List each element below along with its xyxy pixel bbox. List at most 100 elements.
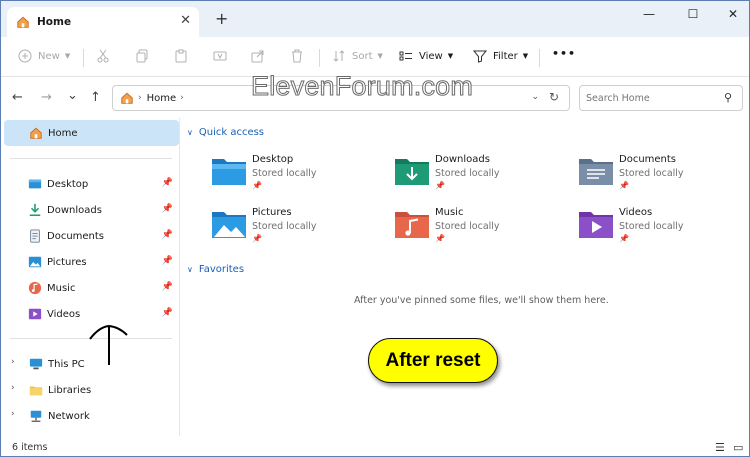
view-button[interactable]: View ▼: [399, 49, 453, 63]
sidebar-item-network[interactable]: › Network: [4, 403, 179, 429]
new-label: New: [38, 50, 60, 62]
videos-folder-icon: [579, 212, 613, 238]
minimize-button[interactable]: —: [639, 7, 659, 21]
libraries-icon: [29, 386, 43, 396]
new-button[interactable]: New ▼: [18, 49, 70, 63]
cut-icon[interactable]: [96, 49, 110, 63]
address-dropdown-icon[interactable]: ⌄: [531, 92, 539, 102]
up-button[interactable]: ↑: [90, 90, 101, 105]
navigation-pane: Home Desktop 📌 Downloads 📌 Documents 📌 P…: [1, 118, 180, 436]
tile-name: Videos: [619, 207, 653, 218]
filter-button[interactable]: Filter ▼: [473, 49, 528, 63]
address-bar[interactable]: › Home › ⌄ ↻: [112, 85, 570, 111]
pin-icon: 📌: [619, 234, 629, 243]
sidebar-item-libraries[interactable]: › Libraries: [4, 377, 179, 403]
tiles-view-icon[interactable]: ▭: [733, 441, 743, 454]
sidebar-item-home[interactable]: Home: [4, 120, 179, 146]
recent-locations-button[interactable]: ⌄: [67, 88, 78, 103]
maximize-button[interactable]: ☐: [683, 7, 703, 21]
folder-tile-music[interactable]: Music Stored locally 📌: [394, 206, 564, 250]
divider: [539, 49, 540, 67]
filter-label: Filter: [493, 50, 518, 62]
folder-tile-pictures[interactable]: Pictures Stored locally 📌: [211, 206, 381, 250]
tile-name: Documents: [619, 154, 677, 165]
search-icon[interactable]: ⚲: [724, 91, 732, 104]
sidebar-item-downloads[interactable]: Downloads 📌: [4, 197, 179, 223]
pin-icon: 📌: [252, 234, 262, 243]
status-bar: 6 items ☰ ▭: [1, 436, 749, 456]
sort-button[interactable]: Sort ▼: [332, 49, 383, 63]
navigation-row: ← → ⌄ ↑ › Home › ⌄ ↻ ⚲: [1, 78, 749, 118]
new-tab-button[interactable]: +: [215, 9, 228, 28]
pin-icon: 📌: [435, 181, 445, 190]
sidebar-item-label: This PC: [48, 358, 85, 370]
tile-status: Stored locally: [619, 221, 684, 232]
sidebar-item-documents[interactable]: Documents 📌: [4, 223, 179, 249]
annotation-badge: After reset: [368, 338, 498, 383]
search-input[interactable]: [586, 92, 716, 104]
section-title: Favorites: [198, 264, 245, 275]
back-button[interactable]: ←: [12, 90, 23, 105]
delete-icon[interactable]: [290, 49, 304, 63]
sidebar-item-music[interactable]: Music 📌: [4, 275, 179, 301]
chevron-down-icon: ▼: [522, 52, 529, 60]
folder-tile-documents[interactable]: Documents Stored locally 📌: [578, 153, 748, 197]
view-label: View: [419, 50, 443, 62]
tab-close-button[interactable]: ✕: [180, 13, 191, 28]
tab-title: Home: [37, 16, 72, 28]
breadcrumb-home[interactable]: Home: [147, 93, 177, 104]
pictures-folder-icon: [212, 212, 246, 238]
divider: [83, 49, 84, 67]
pin-icon[interactable]: 📌: [162, 308, 173, 318]
search-box[interactable]: ⚲: [579, 85, 743, 111]
sidebar-item-label: Music: [47, 282, 76, 294]
chevron-right-icon[interactable]: ›: [11, 383, 15, 393]
folder-tile-desktop[interactable]: Desktop Stored locally 📌: [211, 153, 381, 197]
tab-home[interactable]: Home ✕: [7, 7, 199, 37]
details-view-icon[interactable]: ☰: [715, 441, 725, 454]
documents-icon: [30, 229, 40, 243]
folder-tile-videos[interactable]: Videos Stored locally 📌: [578, 206, 748, 250]
item-count: 6 items: [12, 442, 48, 453]
pin-icon[interactable]: 📌: [162, 230, 173, 240]
copy-icon[interactable]: [135, 49, 149, 63]
more-options-button[interactable]: •••: [552, 47, 576, 60]
title-bar: Home ✕ + — ☐ ✕: [1, 1, 749, 37]
close-window-button[interactable]: ✕: [723, 7, 743, 21]
pin-icon[interactable]: 📌: [162, 256, 173, 266]
chevron-right-icon[interactable]: ›: [11, 409, 15, 419]
tile-status: Stored locally: [252, 168, 317, 179]
favorites-empty-message: After you've pinned some files, we'll sh…: [354, 295, 609, 306]
pin-icon: 📌: [619, 181, 629, 190]
sidebar-item-label: Home: [48, 127, 78, 139]
sidebar-item-label: Libraries: [48, 384, 92, 396]
rename-icon[interactable]: [213, 49, 227, 63]
chevron-down-icon: ▼: [377, 52, 383, 60]
forward-button[interactable]: →: [41, 90, 52, 105]
tile-name: Downloads: [435, 154, 490, 165]
music-icon: [28, 281, 42, 295]
quick-access-header[interactable]: ∨ Quick access: [187, 127, 264, 138]
tile-name: Desktop: [252, 154, 294, 165]
favorites-header[interactable]: ∨ Favorites: [187, 264, 244, 275]
chevron-right-icon[interactable]: ›: [11, 357, 15, 367]
chevron-down-icon: ∨: [187, 128, 193, 137]
pin-icon[interactable]: 📌: [162, 204, 173, 214]
tile-status: Stored locally: [435, 221, 500, 232]
this-pc-icon: [29, 358, 43, 370]
sidebar-item-pictures[interactable]: Pictures 📌: [4, 249, 179, 275]
sidebar-item-label: Network: [48, 410, 90, 422]
paste-icon[interactable]: [174, 49, 188, 63]
documents-folder-icon: [579, 159, 613, 185]
refresh-icon[interactable]: ↻: [549, 90, 559, 104]
pin-icon[interactable]: 📌: [162, 178, 173, 188]
share-icon[interactable]: [251, 49, 265, 63]
folder-tile-downloads[interactable]: Downloads Stored locally 📌: [394, 153, 564, 197]
plus-circle-icon: [18, 49, 32, 63]
pin-icon[interactable]: 📌: [162, 282, 173, 292]
breadcrumb-separator-icon: ›: [138, 93, 142, 103]
sidebar-item-label: Videos: [47, 308, 81, 320]
home-icon: [17, 16, 29, 28]
desktop-icon: [28, 179, 42, 189]
sidebar-item-desktop[interactable]: Desktop 📌: [4, 171, 179, 197]
